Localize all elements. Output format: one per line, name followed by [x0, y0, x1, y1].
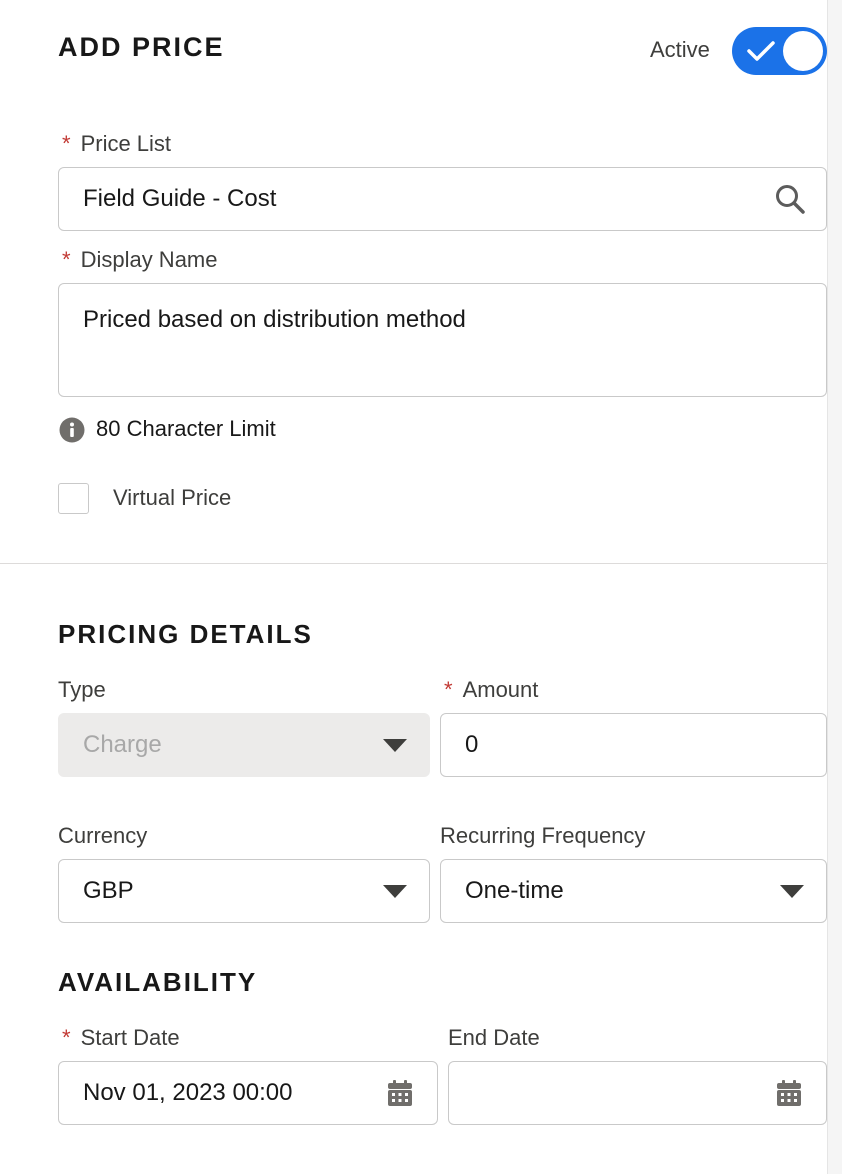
display-name-label-text: Display Name	[80, 247, 218, 272]
availability-title: AVAILABILITY	[58, 967, 258, 997]
virtual-price-checkbox[interactable]	[58, 483, 89, 514]
recurring-frequency-label: Recurring Frequency	[440, 823, 646, 848]
price-list-label: * Price List	[58, 131, 171, 157]
required-marker: *	[62, 1025, 71, 1050]
type-select: Charge	[58, 713, 430, 777]
add-price-panel: ADD PRICE Active * Price List Field Guide…	[0, 0, 842, 1174]
start-date-label: * Start Date	[58, 1025, 180, 1051]
display-name-value: Priced based on distribution method	[83, 306, 466, 333]
required-marker: *	[62, 131, 71, 156]
end-date-label: End Date	[448, 1025, 540, 1050]
checkmark-icon	[746, 39, 776, 68]
display-name-label: * Display Name	[58, 247, 218, 273]
chevron-down-icon	[383, 738, 407, 752]
start-date-label-text: Start Date	[80, 1025, 180, 1050]
currency-select[interactable]: GBP	[58, 859, 430, 923]
start-date-value: Nov 01, 2023 00:00	[83, 1079, 293, 1106]
toggle-knob	[783, 31, 823, 71]
currency-value: GBP	[83, 877, 134, 904]
price-list-value: Field Guide - Cost	[83, 185, 277, 212]
calendar-icon[interactable]	[387, 1079, 413, 1107]
type-label: Type	[58, 677, 106, 702]
price-list-label-text: Price List	[80, 131, 172, 156]
chevron-down-icon	[383, 884, 407, 898]
currency-label: Currency	[58, 823, 148, 848]
virtual-price-label: Virtual Price	[113, 485, 232, 510]
search-icon[interactable]	[774, 183, 806, 215]
display-name-textarea[interactable]: Priced based on distribution method	[58, 283, 827, 397]
chevron-down-icon	[780, 884, 804, 898]
active-toggle[interactable]	[732, 27, 827, 75]
price-list-lookup[interactable]: Field Guide - Cost	[58, 167, 827, 231]
type-value: Charge	[83, 731, 162, 758]
amount-value: 0	[465, 731, 479, 758]
amount-label-text: Amount	[462, 677, 539, 702]
required-marker: *	[444, 677, 453, 702]
recurring-frequency-select[interactable]: One-time	[440, 859, 827, 923]
start-date-input[interactable]: Nov 01, 2023 00:00	[58, 1061, 438, 1125]
amount-input[interactable]: 0	[440, 713, 827, 777]
scrollbar-track[interactable]	[827, 0, 842, 1174]
recurring-frequency-value: One-time	[465, 877, 564, 904]
section-divider	[0, 563, 827, 564]
active-label: Active	[650, 37, 710, 62]
amount-label: * Amount	[440, 677, 538, 703]
info-icon	[59, 417, 85, 448]
panel-title: ADD PRICE	[58, 32, 225, 62]
required-marker: *	[62, 247, 71, 272]
char-limit-text: 80 Character Limit	[96, 416, 276, 441]
pricing-details-title: PRICING DETAILS	[58, 619, 313, 649]
end-date-input[interactable]	[448, 1061, 827, 1125]
calendar-icon[interactable]	[776, 1079, 802, 1107]
